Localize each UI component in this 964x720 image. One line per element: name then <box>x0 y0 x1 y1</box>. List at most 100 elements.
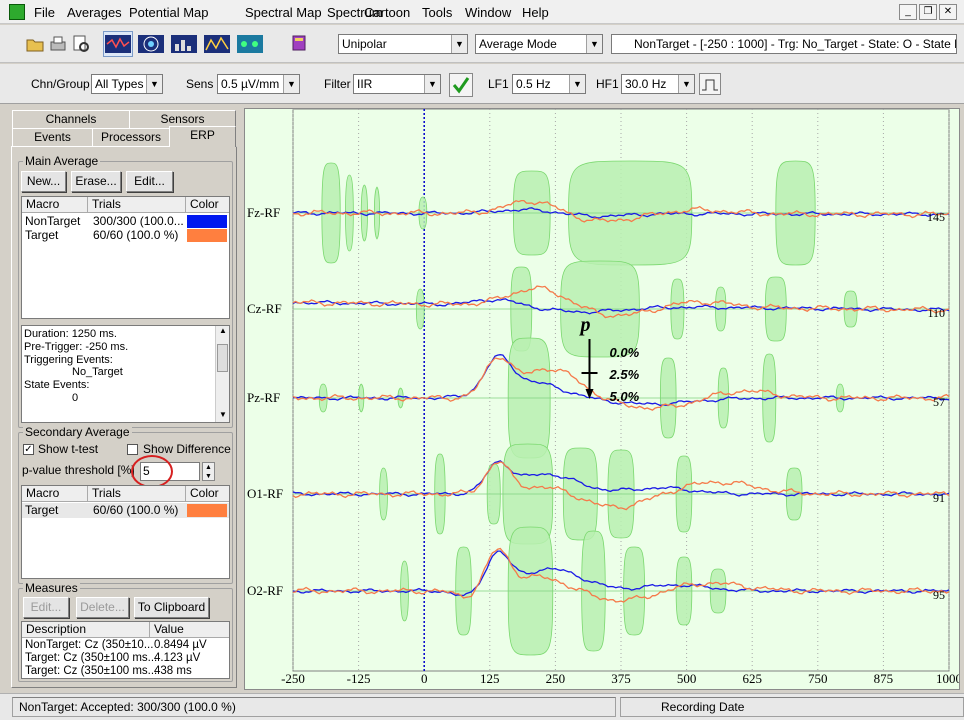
montage-select[interactable]: Unipolar ▼ <box>338 34 468 54</box>
channel-scale-label: 91 <box>933 491 945 505</box>
filter-response-button[interactable] <box>699 73 721 95</box>
menu-window[interactable]: Window <box>465 5 511 20</box>
pvalue-threshold-label: p-value threshold [%] <box>22 463 135 477</box>
chevron-down-icon: ▼ <box>424 75 440 93</box>
average-info-box: Duration: 1250 ms. Pre-Trigger: -250 ms.… <box>21 325 230 423</box>
column-header-color[interactable]: Color <box>186 197 229 213</box>
x-tick-label: 625 <box>742 671 762 686</box>
tab-channels[interactable]: Channels <box>12 110 130 128</box>
table-row[interactable]: Target 60/60 (100.0 %) <box>22 503 229 518</box>
book-icon[interactable] <box>288 32 310 54</box>
close-icon[interactable]: ✕ <box>939 4 957 20</box>
menu-averages[interactable]: Averages <box>67 5 122 20</box>
filter-select[interactable]: IIR ▼ <box>353 74 441 94</box>
topography-icon[interactable] <box>235 31 265 57</box>
spectral-map-icon[interactable] <box>202 31 232 57</box>
print-preview-icon[interactable] <box>70 33 92 55</box>
table-row[interactable]: Target: Cz (350±100 ms... 4.123 µV <box>22 652 229 665</box>
column-header-trials[interactable]: Trials <box>88 486 186 502</box>
new-average-button[interactable]: New... <box>21 171 66 192</box>
hf1-value: 30.0 Hz <box>625 77 667 91</box>
highlight-circle <box>131 455 173 488</box>
column-header-trials[interactable]: Trials <box>88 197 186 213</box>
channel-scale-label: 57 <box>933 395 945 409</box>
average-info-field[interactable]: NonTarget - [-250 : 1000] - Trg: No_Targ… <box>611 34 957 54</box>
p-legend-level: 5.0% <box>610 389 640 404</box>
mode-select[interactable]: Average Mode ▼ <box>475 34 603 54</box>
scroll-down-icon[interactable]: ▼ <box>217 410 229 422</box>
main-toolbar: Unipolar ▼ Average Mode ▼ NonTarget - [-25… <box>0 25 964 63</box>
secondary-average-title: Secondary Average <box>23 425 132 439</box>
edit-measure-button[interactable]: Edit... <box>23 597 69 618</box>
measure-value: 438 ms <box>154 665 192 677</box>
table-row[interactable]: Target: Cz (350±100 ms... 438 ms <box>22 665 229 678</box>
x-tick-label: -250 <box>281 671 305 686</box>
print-icon[interactable] <box>47 33 69 55</box>
erase-average-button[interactable]: Erase... <box>71 171 121 192</box>
measures-list: Description Value NonTarget: Cz (350±10.… <box>21 621 230 679</box>
measure-value: 0.8494 µV <box>154 639 207 651</box>
menu-bar: File Averages Potential Map Spectral Map… <box>0 0 964 24</box>
tab-erp[interactable]: ERP <box>169 126 236 147</box>
sens-select[interactable]: 0.5 µV/mm ▼ <box>217 74 300 94</box>
average-info-text: Duration: 1250 ms. Pre-Trigger: -250 ms.… <box>24 328 128 405</box>
menu-file[interactable]: File <box>34 5 55 20</box>
column-header-description[interactable]: Description <box>22 622 150 638</box>
color-swatch[interactable] <box>187 229 227 242</box>
menu-help[interactable]: Help <box>522 5 549 20</box>
tab-events[interactable]: Events <box>12 128 93 146</box>
apply-filter-button[interactable] <box>449 73 473 97</box>
minimize-icon[interactable]: _ <box>899 4 917 20</box>
lf1-select[interactable]: 0.5 Hz ▼ <box>512 74 586 94</box>
spectrum-view-icon[interactable] <box>169 31 199 57</box>
to-clipboard-button[interactable]: To Clipboard <box>134 597 209 618</box>
pvalue-spinner[interactable]: ▲ ▼ <box>202 462 215 481</box>
menu-potential-map[interactable]: Potential Map <box>129 5 209 20</box>
sens-label: Sens <box>186 77 214 91</box>
chevron-down-icon: ▼ <box>569 75 585 93</box>
left-panel: Channels Sensors Events Processors ERP M… <box>8 108 240 688</box>
channel-scale-label: 110 <box>927 306 945 320</box>
color-swatch[interactable] <box>187 504 227 517</box>
menu-cartoon[interactable]: Cartoon <box>364 5 410 20</box>
scroll-thumb[interactable] <box>217 344 228 372</box>
chn-group-select[interactable]: All Types ▼ <box>91 74 163 94</box>
open-icon[interactable] <box>24 33 46 55</box>
waveform-view-icon[interactable] <box>103 31 133 57</box>
lf1-label: LF1 <box>488 77 509 91</box>
erp-waveform-panel[interactable]: Fz-RF 145 Cz-RF 110 Pz-RF 57 O1-RF 91 O2-RF 95 -25… <box>244 108 962 690</box>
tab-processors[interactable]: Processors <box>92 128 170 146</box>
x-tick-label: 875 <box>874 671 894 686</box>
secondary-average-list: Macro Trials Color Target 60/60 (100.0 %… <box>21 485 230 579</box>
app-icon[interactable] <box>9 4 25 20</box>
x-tick-label: 1000 <box>936 671 959 686</box>
column-header-macro[interactable]: Macro <box>22 486 88 502</box>
restore-icon[interactable]: ❐ <box>919 4 937 20</box>
edit-average-button[interactable]: Edit... <box>126 171 173 192</box>
hf1-select[interactable]: 30.0 Hz ▼ <box>621 74 695 94</box>
scroll-up-icon[interactable]: ▲ <box>217 326 229 338</box>
column-header-macro[interactable]: Macro <box>22 197 88 213</box>
table-row[interactable]: NonTarget: Cz (350±10... 0.8494 µV <box>22 639 229 652</box>
montage-value: Unipolar <box>342 37 387 51</box>
show-difference-checkbox[interactable] <box>127 444 138 455</box>
table-row[interactable]: NonTarget 300/300 (100.0... <box>22 214 229 228</box>
column-header-color[interactable]: Color <box>186 486 229 502</box>
menu-spectral-map[interactable]: Spectral Map <box>245 5 322 20</box>
color-swatch[interactable] <box>187 215 227 228</box>
column-header-value[interactable]: Value <box>150 622 229 638</box>
channel-scale-label: 145 <box>927 210 945 224</box>
measure-description: Target: Cz (350±100 ms... <box>25 665 158 677</box>
filter-response-icon <box>702 79 718 91</box>
menu-tools[interactable]: Tools <box>422 5 452 20</box>
erp-waveform-plot[interactable]: Fz-RF 145 Cz-RF 110 Pz-RF 57 O1-RF 91 O2-RF 95 -25… <box>245 108 962 689</box>
map-view-icon[interactable] <box>136 31 166 57</box>
main-average-group: Main Average New... Erase... Edit... Mac… <box>18 154 233 428</box>
measure-description: Target: Cz (350±100 ms... <box>25 652 158 664</box>
x-tick-label: -125 <box>347 671 371 686</box>
macro-name: Target <box>25 228 59 242</box>
delete-measure-button[interactable]: Delete... <box>76 597 129 618</box>
table-row[interactable]: Target 60/60 (100.0 %) <box>22 228 229 242</box>
show-ttest-checkbox[interactable]: ✓ <box>23 444 34 455</box>
info-scrollbar[interactable]: ▲ ▼ <box>215 326 229 422</box>
